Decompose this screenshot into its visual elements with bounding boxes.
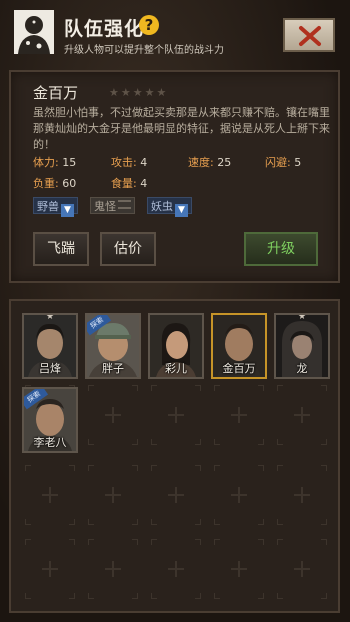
stat-attack: 攻击: 4: [111, 156, 148, 169]
arrow-down-icon: ▼: [175, 204, 188, 217]
member-name: 李老八: [33, 436, 67, 449]
hero-description: 虽然胆小怕事，不过做起买卖那是从来都只赚不赔。镶在嘴里那黄灿灿的大金牙是他最明显…: [33, 106, 330, 151]
empty-slot[interactable]: [151, 465, 201, 525]
member-name: 龙: [296, 362, 308, 375]
stat-food: 食量: 4: [111, 177, 148, 190]
page-title: 队伍强化: [64, 18, 145, 40]
stat-hp: 体力: 15: [33, 156, 77, 169]
stat-speed: 速度: 25: [188, 156, 232, 169]
empty-slot[interactable]: [88, 539, 138, 599]
empty-slot[interactable]: [25, 539, 75, 599]
header: 队伍强化 ? 升级人物可以提升整个队伍的战斗力: [0, 0, 350, 62]
tag-ghost: 鬼怪: [90, 197, 135, 214]
help-icon[interactable]: ?: [139, 15, 159, 35]
page-subtitle: 升级人物可以提升整个队伍的战斗力: [64, 45, 224, 56]
tag-insect: 妖虫 ▼: [147, 197, 192, 217]
member-card[interactable]: ★ 龙: [274, 313, 330, 379]
empty-slot[interactable]: [88, 465, 138, 525]
upgrade-button[interactable]: 升级: [244, 232, 318, 266]
appraise-button[interactable]: 估价: [100, 232, 156, 266]
close-icon: [299, 26, 321, 46]
empty-slot[interactable]: [214, 465, 264, 525]
star-rating: ★★★★★: [109, 86, 169, 99]
hero-info-panel: 金百万 ★★★★★ 虽然胆小怕事，不过做起买卖那是从来都只赚不赔。镶在嘴里那黄灿…: [9, 70, 340, 283]
member-card[interactable]: ★ 吕烽: [22, 313, 78, 379]
stat-load: 负重: 60: [33, 177, 77, 190]
empty-slot[interactable]: [277, 539, 327, 599]
empty-slot[interactable]: [214, 539, 264, 599]
kick-button[interactable]: 飞踹: [33, 232, 89, 266]
member-card[interactable]: 彩儿: [148, 313, 204, 379]
empty-slot[interactable]: [214, 385, 264, 445]
empty-slot[interactable]: [88, 385, 138, 445]
member-card[interactable]: 探索 胖子: [85, 313, 141, 379]
member-name: 金百万: [222, 362, 256, 375]
team-roster: ★ 吕烽 探索 胖子 彩儿 金百万 ★ 龙 探索 李老八: [9, 299, 340, 613]
empty-slot[interactable]: [151, 539, 201, 599]
equal-icon: [118, 200, 131, 209]
tag-beast: 野兽 ▼: [33, 197, 78, 217]
empty-slot[interactable]: [25, 465, 75, 525]
empty-slot[interactable]: [277, 385, 327, 445]
character-silhouette-icon: [14, 10, 54, 54]
arrow-down-icon: ▼: [61, 204, 74, 217]
member-name: 彩儿: [165, 362, 187, 375]
member-card-selected[interactable]: 金百万: [211, 313, 267, 379]
member-name: 胖子: [102, 362, 124, 375]
stat-evasion: 闪避: 5: [265, 156, 302, 169]
empty-slot[interactable]: [151, 385, 201, 445]
empty-slot[interactable]: [277, 465, 327, 525]
hero-name: 金百万: [33, 84, 79, 102]
close-button[interactable]: [283, 18, 335, 52]
member-name: 吕烽: [39, 362, 61, 375]
member-card[interactable]: 探索 李老八: [22, 387, 78, 453]
